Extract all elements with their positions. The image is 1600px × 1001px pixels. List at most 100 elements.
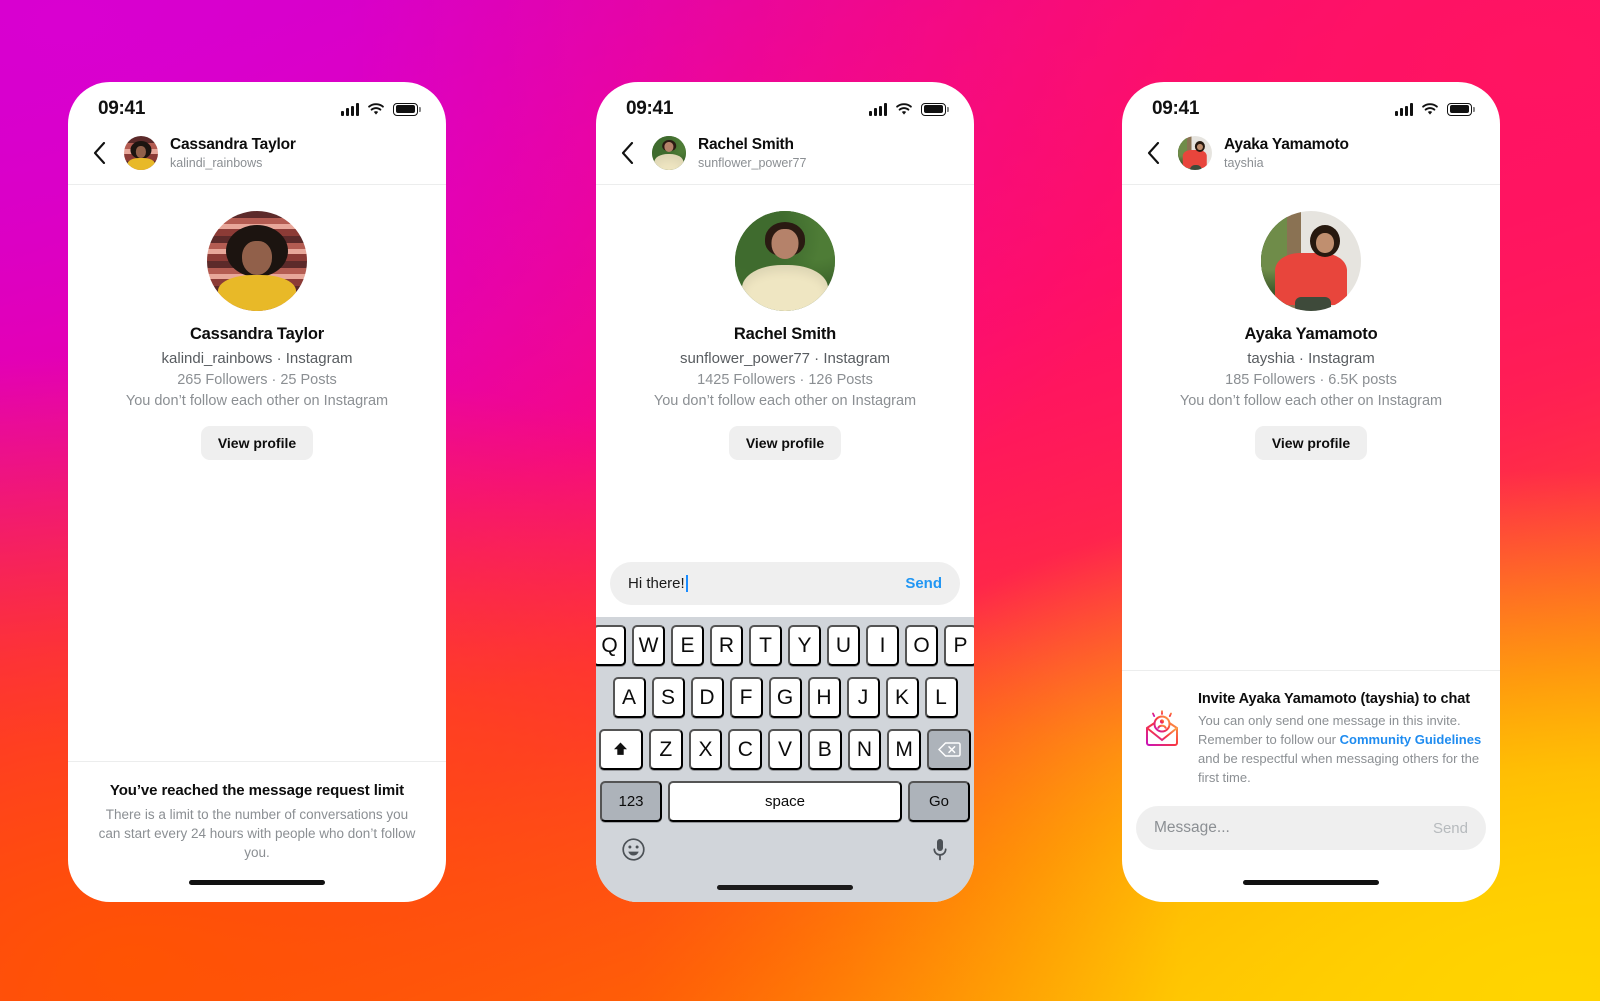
phone-content: Rachel Smith sunflower_power77 · Instagr… [596, 185, 974, 902]
return-key[interactable]: Go [908, 781, 970, 822]
backspace-icon [937, 742, 961, 757]
screenshot-stage: 09:41 Cassandra Taylor kalindi_rainbows … [0, 0, 1600, 1001]
wifi-icon [896, 102, 912, 115]
key-g[interactable]: G [768, 677, 802, 718]
key-e[interactable]: E [671, 625, 704, 666]
key-w[interactable]: W [632, 625, 665, 666]
key-x[interactable]: X [688, 729, 723, 770]
back-button[interactable] [86, 140, 112, 166]
key-a[interactable]: A [612, 677, 646, 718]
profile-name: Ayaka Yamamoto [1244, 325, 1378, 344]
view-profile-button[interactable]: View profile [728, 426, 842, 461]
view-profile-button[interactable]: View profile [1254, 426, 1368, 461]
key-b[interactable]: B [807, 729, 842, 770]
key-r[interactable]: R [710, 625, 743, 666]
nav-avatar[interactable] [652, 136, 686, 171]
message-input[interactable]: Hi there! [628, 575, 895, 592]
status-indicators [1395, 102, 1475, 116]
text-caret [685, 575, 688, 592]
home-indicator[interactable] [717, 884, 853, 890]
message-composer[interactable]: Hi there! Send [610, 562, 960, 605]
key-z[interactable]: Z [648, 729, 683, 770]
avatar-artwork [1261, 211, 1361, 312]
nav-display-name: Cassandra Taylor [170, 136, 296, 153]
home-indicator[interactable] [1243, 879, 1379, 885]
profile-avatar[interactable] [207, 211, 307, 312]
key-d[interactable]: D [690, 677, 724, 718]
profile-avatar[interactable] [735, 211, 835, 312]
avatar-artwork [207, 211, 307, 312]
home-indicator-area [1122, 862, 1500, 902]
message-composer[interactable]: Message... Send [1136, 806, 1486, 850]
nav-avatar[interactable] [124, 136, 158, 171]
emoji-icon [622, 838, 645, 861]
key-y[interactable]: Y [788, 625, 821, 666]
invite-envelope-icon [1140, 707, 1184, 751]
key-c[interactable]: C [728, 729, 763, 770]
key-t[interactable]: T [749, 625, 782, 666]
nav-header: Ayaka Yamamoto tayshia [1122, 130, 1500, 186]
profile-avatar[interactable] [1261, 211, 1361, 312]
dictation-key[interactable] [931, 837, 949, 867]
shift-key[interactable] [598, 729, 643, 770]
signal-bars-icon [869, 102, 887, 116]
keyboard-row-4: 123 space Go [599, 781, 971, 822]
home-indicator[interactable] [189, 879, 325, 885]
wifi-icon [1422, 102, 1438, 115]
profile-card: Cassandra Taylor kalindi_rainbows · Inst… [68, 185, 446, 461]
key-h[interactable]: H [807, 677, 841, 718]
nav-identity: Rachel Smith sunflower_power77 [698, 136, 806, 170]
status-bar: 09:41 [1122, 82, 1500, 130]
keyboard-row-2: A S D F G H J K L [599, 677, 971, 718]
numbers-key[interactable]: 123 [600, 781, 662, 822]
emoji-key[interactable] [621, 837, 646, 867]
invite-title: Invite Ayaka Yamamoto (tayshia) to chat [1198, 691, 1470, 708]
profile-name: Cassandra Taylor [189, 325, 325, 344]
key-u[interactable]: U [827, 625, 860, 666]
message-input[interactable]: Message... [1154, 819, 1423, 837]
profile-stats: 265 Followers · 25 Posts [177, 372, 337, 389]
key-q[interactable]: Q [596, 625, 626, 666]
key-s[interactable]: S [651, 677, 685, 718]
wifi-icon [368, 102, 384, 115]
profile-card: Ayaka Yamamoto tayshia · Instagram 185 F… [1122, 185, 1500, 461]
key-f[interactable]: F [729, 677, 763, 718]
keyboard-row-3: Z X C V B N M [598, 729, 972, 770]
view-profile-button[interactable]: View profile [200, 426, 314, 461]
key-m[interactable]: M [887, 729, 922, 770]
onscreen-keyboard[interactable]: Q W E R T Y U I O P A S D F G H J K L Z … [596, 617, 974, 902]
key-l[interactable]: L [924, 677, 958, 718]
profile-subtitle: sunflower_power77 · Instagram [679, 350, 891, 368]
send-button[interactable]: Send [905, 575, 942, 592]
shift-icon [614, 742, 628, 755]
key-k[interactable]: K [885, 677, 919, 718]
key-o[interactable]: O [905, 625, 938, 666]
profile-stats: 1425 Followers · 126 Posts [697, 372, 873, 389]
key-p[interactable]: P [944, 625, 974, 666]
profile-relationship: You don’t follow each other on Instagram [653, 393, 917, 410]
profile-card: Rachel Smith sunflower_power77 · Instagr… [596, 185, 974, 461]
key-i[interactable]: I [866, 625, 899, 666]
phone-chat-invite: 09:41 Ayaka Yamamoto tayshia Ayaka Yamam… [1122, 82, 1500, 902]
nav-username: kalindi_rainbows [170, 155, 263, 170]
backspace-key[interactable] [927, 729, 972, 770]
avatar-artwork [652, 136, 686, 171]
battery-icon [393, 102, 421, 116]
send-button[interactable]: Send [1433, 820, 1468, 837]
profile-name: Rachel Smith [733, 325, 837, 344]
back-button[interactable] [1140, 140, 1166, 166]
space-key[interactable]: space [668, 781, 902, 822]
key-j[interactable]: J [846, 677, 880, 718]
back-button[interactable] [614, 140, 640, 166]
profile-relationship: You don’t follow each other on Instagram [1179, 393, 1443, 410]
keyboard-row-1: Q W E R T Y U I O P [596, 625, 974, 666]
key-v[interactable]: V [768, 729, 802, 770]
nav-avatar[interactable] [1178, 136, 1212, 171]
profile-relationship: You don’t follow each other on Instagram [125, 393, 389, 410]
key-n[interactable]: N [847, 729, 882, 770]
profile-stats: 185 Followers · 6.5K posts [1225, 372, 1397, 389]
community-guidelines-link[interactable]: Community Guidelines [1340, 732, 1482, 747]
status-indicators [341, 102, 421, 116]
status-clock: 09:41 [1152, 98, 1200, 119]
